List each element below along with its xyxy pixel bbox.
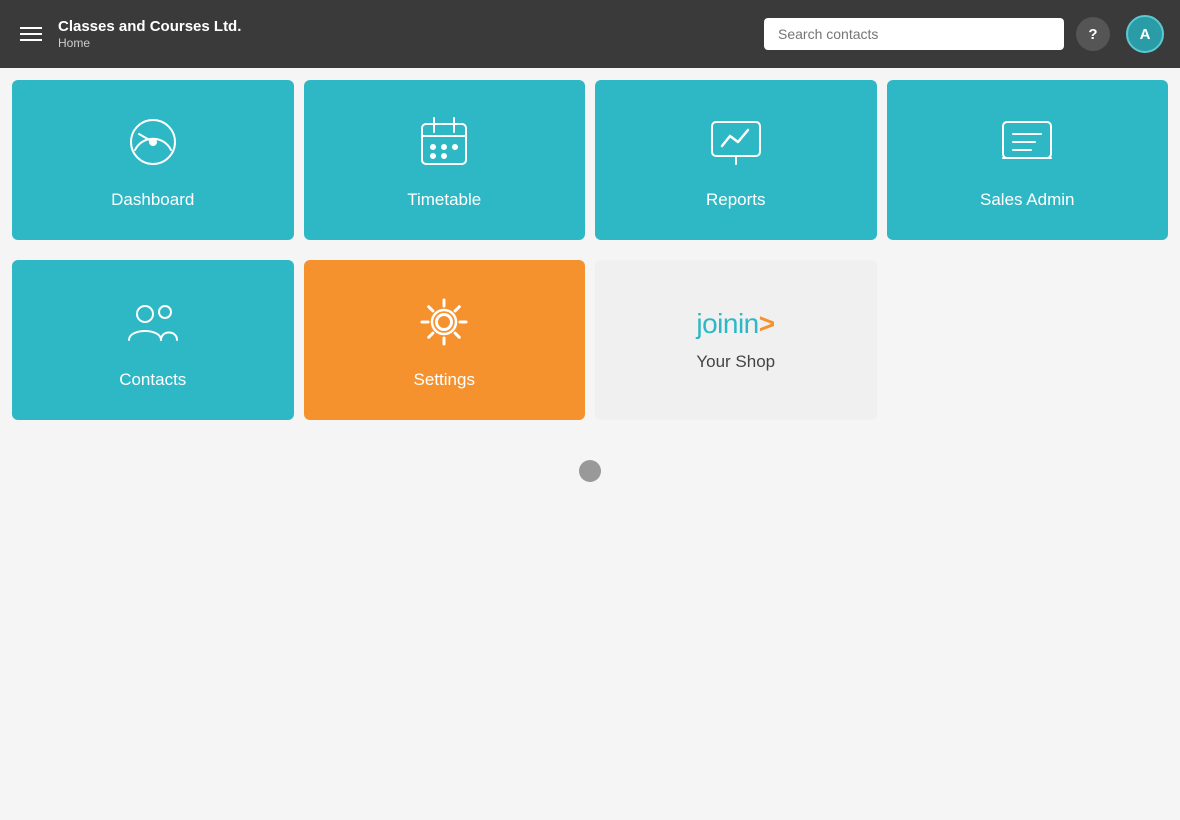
tile-timetable-label: Timetable [407, 190, 481, 210]
calendar-icon [412, 110, 476, 174]
tile-contacts-label: Contacts [119, 370, 186, 390]
app-header: Classes and Courses Ltd. Home ? A [0, 0, 1180, 68]
tile-dashboard[interactable]: Dashboard [12, 80, 294, 240]
tile-grid-row2: Contacts Settings joinin> Your Shop [12, 260, 1168, 420]
avatar[interactable]: A [1126, 15, 1164, 53]
tile-grid-row1: Dashboard Timetable [12, 80, 1168, 250]
contacts-icon [121, 290, 185, 354]
app-subtitle: Home [58, 36, 752, 50]
monitor-chart-icon [704, 110, 768, 174]
list-screen-icon [995, 110, 1059, 174]
joinin-logo: joinin> [696, 308, 775, 340]
tile-timetable[interactable]: Timetable [304, 80, 586, 240]
tile-your-shop[interactable]: joinin> Your Shop [595, 260, 877, 420]
search-input[interactable] [764, 18, 1064, 50]
hamburger-menu[interactable] [16, 23, 46, 45]
tile-contacts[interactable]: Contacts [12, 260, 294, 420]
help-button[interactable]: ? [1076, 17, 1110, 51]
header-title-block: Classes and Courses Ltd. Home [58, 18, 752, 50]
tile-sales-admin[interactable]: Sales Admin [887, 80, 1169, 240]
tile-settings[interactable]: Settings [304, 260, 586, 420]
tile-reports-label: Reports [706, 190, 766, 210]
tile-sales-admin-label: Sales Admin [980, 190, 1075, 210]
tile-settings-label: Settings [414, 370, 475, 390]
loading-indicator [579, 460, 601, 482]
app-name: Classes and Courses Ltd. [58, 18, 752, 35]
tile-dashboard-label: Dashboard [111, 190, 194, 210]
main-content: Dashboard Timetable [0, 68, 1180, 820]
tile-your-shop-label: Your Shop [696, 352, 775, 372]
tile-reports[interactable]: Reports [595, 80, 877, 240]
gear-icon [412, 290, 476, 354]
speedometer-icon [121, 110, 185, 174]
